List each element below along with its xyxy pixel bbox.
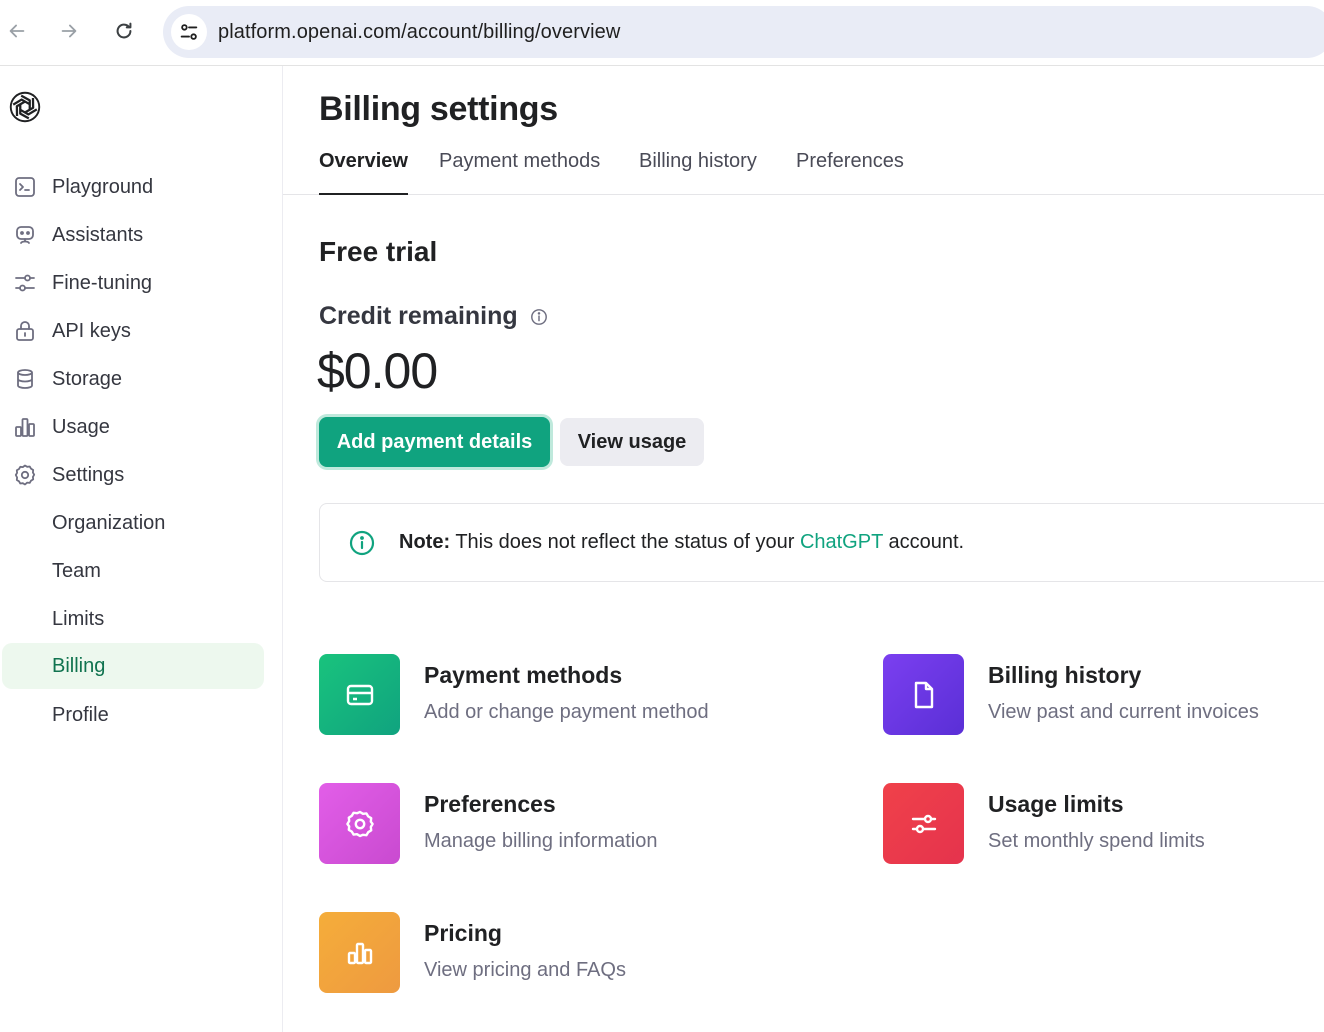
- info-icon[interactable]: [530, 308, 548, 326]
- page-title: Billing settings: [319, 90, 558, 128]
- sidebar-item-label: Billing: [52, 654, 106, 677]
- arrow-right-icon: [61, 24, 77, 38]
- reload-button[interactable]: [107, 14, 141, 48]
- sidebar-item-label: Team: [52, 559, 101, 582]
- back-button[interactable]: [0, 14, 34, 48]
- card-usage-limits[interactable]: Usage limits Set monthly spend limits: [883, 783, 1324, 865]
- card-title: Preferences: [424, 791, 556, 817]
- note-banner: Note: This does not reflect the status o…: [319, 503, 1324, 582]
- add-payment-details-button[interactable]: Add payment details: [319, 417, 550, 467]
- card-desc: Set monthly spend limits: [988, 830, 1205, 852]
- robot-icon: [12, 222, 38, 248]
- sidebar-item-playground[interactable]: Playground: [2, 164, 264, 210]
- browser-toolbar: platform.openai.com/account/billing/over…: [0, 0, 1324, 66]
- sidebar-item-label: Settings: [52, 463, 125, 486]
- card-tile: [319, 654, 400, 735]
- arrow-left-icon: [9, 24, 25, 38]
- sidebar-item-profile[interactable]: Profile: [2, 692, 264, 738]
- main-content: Billing settings Overview Payment method…: [283, 66, 1324, 1032]
- chatgpt-link[interactable]: ChatGPT: [800, 531, 883, 553]
- tab-bar: Overview Payment methods Billing history…: [283, 142, 1324, 195]
- sidebar-item-label: Limits: [52, 607, 105, 630]
- terminal-icon: [12, 174, 38, 200]
- card-title: Payment methods: [424, 662, 623, 688]
- credit-amount: $0.00: [317, 343, 438, 399]
- card-title: Usage limits: [988, 791, 1124, 817]
- card-desc: Add or change payment method: [424, 701, 709, 723]
- reload-icon: [116, 22, 132, 39]
- card-desc: View past and current invoices: [988, 701, 1259, 723]
- bar-chart-icon: [347, 942, 372, 964]
- card-tile: [883, 654, 964, 735]
- note-body: This does not reflect the status of your: [455, 531, 795, 553]
- card-preferences[interactable]: Preferences Manage billing information: [319, 783, 819, 865]
- sidebar: Playground Assistants Fine-tuning API ke…: [0, 66, 283, 1032]
- gear-icon: [12, 462, 38, 488]
- sidebar-item-label: Playground: [52, 175, 154, 198]
- tab-billing-history[interactable]: Billing history: [639, 150, 757, 195]
- sidebar-item-label: Assistants: [52, 223, 144, 246]
- sidebar-item-limits[interactable]: Limits: [2, 596, 264, 642]
- sidebar-item-billing[interactable]: Billing: [2, 643, 264, 689]
- sidebar-item-label: Organization: [52, 511, 166, 534]
- plan-title: Free trial: [319, 236, 438, 267]
- credit-label: Credit remaining: [319, 302, 548, 331]
- tab-payment-methods[interactable]: Payment methods: [439, 150, 600, 195]
- bar-chart-icon: [12, 414, 38, 440]
- sidebar-item-api-keys[interactable]: API keys: [2, 308, 264, 354]
- card-title: Pricing: [424, 920, 502, 946]
- forward-button[interactable]: [52, 14, 86, 48]
- site-info-icon[interactable]: [171, 14, 207, 50]
- gear-icon: [345, 810, 374, 837]
- sidebar-item-label: Fine-tuning: [52, 271, 153, 294]
- card-title: Billing history: [988, 662, 1142, 688]
- note-text: Note: This does not reflect the status o…: [399, 531, 964, 554]
- sidebar-item-team[interactable]: Team: [2, 548, 264, 594]
- card-tile: [883, 783, 964, 864]
- url-text: platform.openai.com/account/billing/over…: [218, 20, 621, 43]
- card-billing-history[interactable]: Billing history View past and current in…: [883, 654, 1324, 736]
- credit-card-icon: [346, 684, 373, 705]
- sidebar-item-organization[interactable]: Organization: [2, 500, 264, 546]
- info-circle-icon: [349, 530, 375, 555]
- note-label: Note:: [399, 531, 451, 553]
- sidebar-item-storage[interactable]: Storage: [2, 356, 264, 402]
- sidebar-item-assistants[interactable]: Assistants: [2, 212, 264, 258]
- card-payment-methods[interactable]: Payment methods Add or change payment me…: [319, 654, 819, 736]
- sliders-icon: [12, 270, 38, 296]
- card-desc: View pricing and FAQs: [424, 959, 626, 981]
- tab-overview[interactable]: Overview: [319, 150, 408, 195]
- sidebar-item-label: API keys: [52, 319, 131, 342]
- card-pricing[interactable]: Pricing View pricing and FAQs: [319, 912, 819, 994]
- lock-icon: [12, 318, 38, 344]
- credit-label-text: Credit remaining: [319, 302, 518, 330]
- sidebar-item-label: Storage: [52, 367, 123, 390]
- card-desc: Manage billing information: [424, 830, 658, 852]
- openai-logo-icon[interactable]: [6, 88, 44, 126]
- sidebar-item-label: Usage: [52, 415, 110, 438]
- card-tile: [319, 912, 400, 993]
- card-tile: [319, 783, 400, 864]
- note-body-end: account.: [888, 531, 965, 553]
- sidebar-item-settings[interactable]: Settings: [2, 452, 264, 498]
- sidebar-item-usage[interactable]: Usage: [2, 404, 264, 450]
- sidebar-item-fine-tuning[interactable]: Fine-tuning: [2, 260, 264, 306]
- view-usage-button[interactable]: View usage: [560, 418, 704, 466]
- document-icon: [914, 681, 933, 708]
- database-icon: [12, 366, 38, 392]
- tab-preferences[interactable]: Preferences: [796, 150, 904, 195]
- sidebar-item-label: Profile: [52, 703, 109, 726]
- address-bar[interactable]: platform.openai.com/account/billing/over…: [163, 6, 1324, 58]
- sliders-icon: [911, 814, 936, 833]
